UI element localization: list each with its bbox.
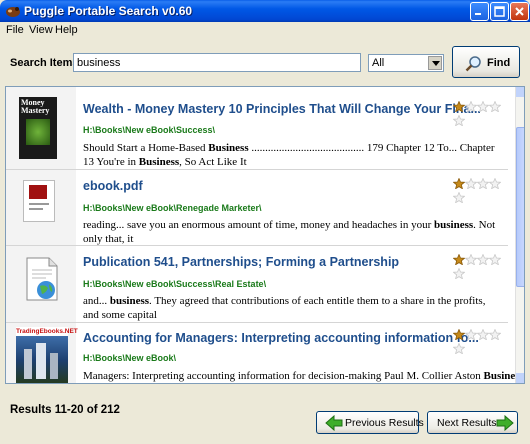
document-globe-icon	[24, 256, 62, 304]
star-filled-icon[interactable]	[452, 177, 466, 190]
result-title[interactable]: Publication 541, Partnerships; Forming a…	[83, 255, 399, 269]
result-path[interactable]: H:\Books\New eBook\Success\Real Estate\	[83, 279, 266, 289]
scope-select-arrow[interactable]	[428, 56, 442, 70]
rating-stars[interactable]	[452, 100, 508, 129]
menu-bar: File View Help	[0, 22, 530, 38]
result-item[interactable]: Publication 541, Partnerships; Forming a…	[6, 246, 508, 323]
result-snippet: reading... save you an enormous amount o…	[83, 219, 496, 245]
rating-stars[interactable]	[452, 253, 508, 282]
title-bar[interactable]: Puggle Portable Search v0.60	[0, 0, 530, 22]
result-title[interactable]: Wealth - Money Mastery 10 Principles Tha…	[83, 102, 481, 116]
result-snippet: and... business. They agreed that contri…	[83, 295, 486, 321]
menu-view[interactable]: View	[29, 24, 53, 36]
maximize-icon	[494, 6, 505, 17]
results-scrollbar[interactable]	[515, 87, 524, 383]
cover-building	[50, 353, 58, 379]
star-filled-icon[interactable]	[452, 328, 466, 341]
scroll-down-button[interactable]	[516, 373, 524, 383]
rating-stars[interactable]	[452, 177, 508, 206]
star-empty-icon[interactable]	[464, 328, 478, 341]
next-results-button[interactable]: Next Results	[427, 411, 518, 434]
star-empty-icon[interactable]	[476, 328, 490, 341]
menu-file[interactable]: File	[6, 24, 24, 36]
results-count: Results 11-20 of 212	[10, 404, 120, 416]
arrow-left-icon	[325, 415, 343, 431]
star-empty-icon[interactable]	[476, 177, 490, 190]
puggle-app-icon	[6, 7, 20, 17]
ebook-cover	[23, 180, 55, 222]
cover-building	[24, 349, 32, 379]
cover-line	[29, 203, 49, 205]
result-snippet: Should Start a Home-Based Business .....…	[83, 142, 495, 168]
menu-help[interactable]: Help	[55, 24, 78, 36]
find-label: Find	[487, 57, 511, 69]
star-empty-icon[interactable]	[488, 253, 502, 266]
result-path[interactable]: H:\Books\New eBook\Renegade Marketer\	[83, 203, 262, 213]
close-icon	[515, 7, 524, 16]
cover-building	[36, 343, 46, 379]
star-empty-icon[interactable]	[488, 328, 502, 341]
scope-select[interactable]: All	[368, 54, 444, 72]
star-empty-icon[interactable]	[476, 100, 490, 113]
cover-title: TradingEbooks.NET	[16, 327, 78, 336]
cover-art	[29, 185, 47, 199]
result-title[interactable]: Accounting for Managers: Interpreting ac…	[83, 331, 479, 345]
arrow-right-icon	[496, 415, 514, 431]
star-empty-icon[interactable]	[464, 100, 478, 113]
scroll-thumb[interactable]	[516, 127, 524, 287]
star-filled-icon[interactable]	[452, 253, 466, 266]
star-empty-icon[interactable]	[452, 342, 466, 355]
star-empty-icon[interactable]	[452, 191, 466, 204]
maximize-button[interactable]	[490, 2, 509, 21]
result-path[interactable]: H:\Books\New eBook\	[83, 353, 176, 363]
star-empty-icon[interactable]	[464, 177, 478, 190]
result-item[interactable]: Money Mastery Wealth - Money Mastery 10 …	[6, 87, 508, 170]
previous-results-button[interactable]: Previous Results	[316, 411, 424, 434]
result-item[interactable]: ebook.pdf H:\Books\New eBook\Renegade Ma…	[6, 170, 508, 246]
window-title: Puggle Portable Search v0.60	[24, 4, 193, 18]
cover-tree-art	[26, 119, 50, 145]
tradingebooks-cover: TradingEbooks.NET	[16, 327, 78, 383]
chevron-down-icon	[432, 61, 440, 66]
star-empty-icon[interactable]	[488, 177, 502, 190]
scroll-up-button[interactable]	[516, 87, 524, 97]
star-filled-icon[interactable]	[452, 100, 466, 113]
results-list[interactable]: Money Mastery Wealth - Money Mastery 10 …	[5, 86, 525, 384]
star-empty-icon[interactable]	[488, 100, 502, 113]
minimize-button[interactable]	[470, 2, 489, 21]
search-icon	[465, 56, 481, 72]
result-path[interactable]: H:\Books\New eBook\Success\	[83, 125, 215, 135]
star-empty-icon[interactable]	[476, 253, 490, 266]
star-empty-icon[interactable]	[452, 267, 466, 280]
next-results-label: Next Results	[437, 417, 497, 429]
star-empty-icon[interactable]	[452, 114, 466, 127]
result-item[interactable]: TradingEbooks.NET Accounting for Manager…	[6, 323, 524, 383]
scope-select-value: All	[372, 57, 385, 69]
cover-title: Money Mastery	[21, 98, 50, 115]
minimize-icon	[475, 13, 481, 15]
result-snippet: Managers: Interpreting accounting inform…	[83, 370, 524, 382]
close-button[interactable]	[510, 2, 529, 21]
money-mastery-cover: Money Mastery	[19, 97, 57, 159]
result-title[interactable]: ebook.pdf	[83, 179, 143, 193]
previous-results-label: Previous Results	[345, 417, 424, 429]
find-button[interactable]: Find	[452, 46, 520, 78]
star-empty-icon[interactable]	[464, 253, 478, 266]
document-globe-icon-graphic	[26, 257, 58, 301]
cover-line	[29, 208, 43, 210]
search-input[interactable]	[73, 53, 361, 72]
rating-stars[interactable]	[452, 328, 508, 357]
